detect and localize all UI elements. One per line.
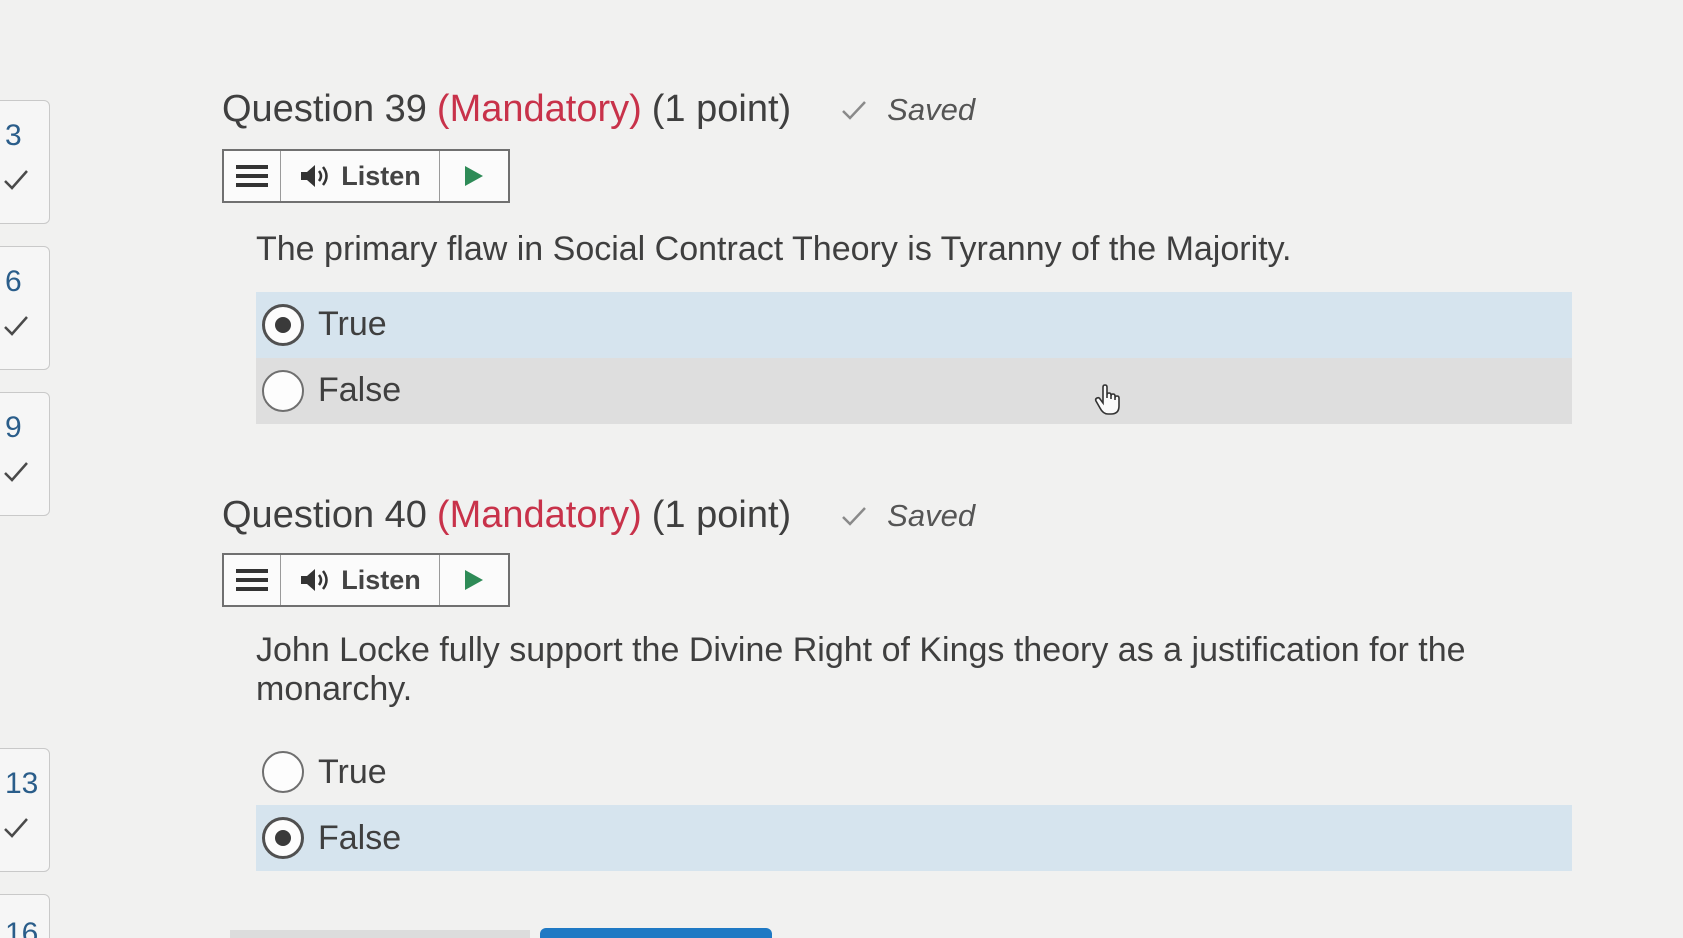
radio-button-selected[interactable] xyxy=(262,817,304,860)
option-label: False xyxy=(318,818,402,857)
mandatory-label: (Mandatory) xyxy=(436,88,642,130)
nav-question-9[interactable]: 9 xyxy=(0,392,50,516)
checkmark-icon xyxy=(842,507,867,526)
checkmark-icon xyxy=(4,462,28,482)
option-label: True xyxy=(318,305,387,344)
option-true[interactable]: True xyxy=(256,739,1572,805)
listen-button[interactable]: Listen xyxy=(281,151,440,201)
hand-pointer-icon xyxy=(1094,384,1120,415)
readspeaker-toolbar: Listen xyxy=(222,553,510,607)
answer-options: True False xyxy=(256,739,1572,872)
saved-label: Saved xyxy=(887,498,976,533)
option-label: True xyxy=(318,752,387,791)
question-header: Question 39 (Mandatory) (1 point) Saved xyxy=(222,88,1576,131)
nav-question-13[interactable]: 13 xyxy=(0,748,50,872)
question-text: The primary flaw in Social Contract Theo… xyxy=(256,230,1292,268)
speaker-icon xyxy=(301,165,328,187)
nav-question-number: 3 xyxy=(5,119,22,152)
menu-icon xyxy=(236,569,268,591)
option-true[interactable]: True xyxy=(256,291,1572,358)
radio-button-selected[interactable] xyxy=(262,303,304,346)
checkmark-icon xyxy=(4,170,28,190)
play-button[interactable] xyxy=(440,151,508,201)
option-false[interactable]: False xyxy=(256,357,1572,424)
nav-question-6[interactable]: 6 xyxy=(0,246,50,370)
primary-button[interactable] xyxy=(540,928,772,938)
nav-question-number: 9 xyxy=(5,411,22,444)
menu-button[interactable] xyxy=(224,151,281,201)
listen-button[interactable]: Listen xyxy=(281,555,440,605)
listen-label: Listen xyxy=(341,564,421,595)
saved-status: Saved xyxy=(841,92,975,128)
checkmark-icon xyxy=(4,316,28,336)
mandatory-label: (Mandatory) xyxy=(436,494,642,536)
nav-question-number: 16 xyxy=(5,917,39,938)
option-label: False xyxy=(318,371,402,410)
answer-options: True False xyxy=(256,291,1572,424)
nav-question-3[interactable]: 3 xyxy=(0,100,50,224)
readspeaker-toolbar: Listen xyxy=(222,149,510,203)
option-false[interactable]: False xyxy=(256,805,1572,872)
saved-status: Saved xyxy=(841,498,975,534)
nav-question-number: 6 xyxy=(5,265,22,298)
secondary-button[interactable] xyxy=(230,930,530,938)
nav-question-16[interactable]: 16 xyxy=(0,894,50,938)
question-title: Question 40 xyxy=(222,494,427,536)
radio-button[interactable] xyxy=(262,369,304,412)
points-label: (1 point) xyxy=(651,494,792,536)
question-text: John Locke fully support the Divine Righ… xyxy=(256,631,1466,709)
quiz-page: 3 6 9 13 16 Question 39 (Mandatory) (1 p… xyxy=(0,0,1683,938)
speaker-icon xyxy=(301,569,328,591)
listen-label: Listen xyxy=(341,160,421,191)
question-39: Question 39 (Mandatory) (1 point) Saved … xyxy=(222,88,1576,424)
menu-icon xyxy=(236,165,268,187)
play-button[interactable] xyxy=(440,555,508,605)
nav-question-number: 13 xyxy=(5,767,39,800)
question-title: Question 39 xyxy=(222,88,427,130)
play-icon xyxy=(465,166,483,186)
radio-button[interactable] xyxy=(262,751,304,794)
question-40: Question 40 (Mandatory) (1 point) Saved … xyxy=(222,494,1576,872)
menu-button[interactable] xyxy=(224,555,281,605)
play-icon xyxy=(465,570,483,590)
checkmark-icon xyxy=(4,818,28,838)
checkmark-icon xyxy=(842,101,867,120)
points-label: (1 point) xyxy=(651,88,792,130)
saved-label: Saved xyxy=(887,92,976,127)
question-header: Question 40 (Mandatory) (1 point) Saved xyxy=(222,494,1576,537)
